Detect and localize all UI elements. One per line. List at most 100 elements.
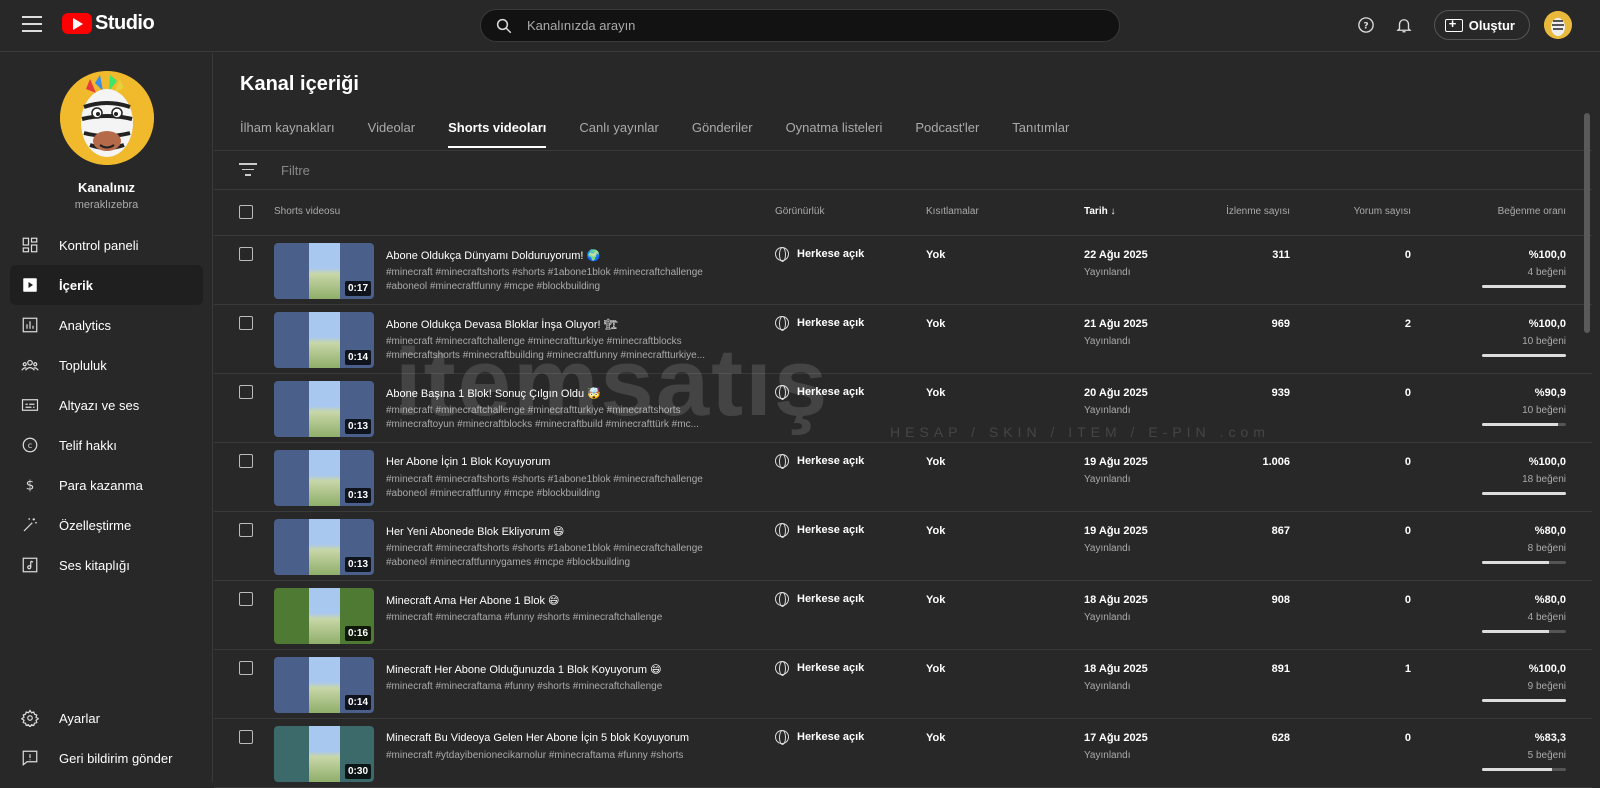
comments-value: 0 [1404, 525, 1411, 537]
column-visibility[interactable]: Görünürlük [775, 206, 824, 217]
video-thumbnail[interactable]: 0:30 [274, 726, 374, 782]
video-thumbnail[interactable]: 0:14 [274, 657, 374, 713]
video-title[interactable]: Minecraft Bu Videoya Gelen Her Abone İçi… [386, 732, 746, 744]
community-icon [20, 355, 40, 375]
tab-posts[interactable]: Gönderiler [692, 115, 753, 148]
row-checkbox[interactable] [239, 385, 253, 399]
visibility-cell[interactable]: Herkese açık [775, 592, 864, 607]
sidebar-item-community[interactable]: Topluluk [10, 345, 203, 385]
video-title[interactable]: Her Yeni Abonede Blok Ekliyorum 😄 [386, 525, 746, 538]
tab-shorts[interactable]: Shorts videoları [448, 115, 547, 148]
sidebar-item-audio-library[interactable]: Ses kitaplığı [10, 545, 203, 585]
help-icon[interactable]: ? [1354, 13, 1378, 37]
filter-bar [214, 150, 1592, 190]
sidebar-item-analytics[interactable]: Analytics [10, 305, 203, 345]
svg-text:c: c [28, 440, 33, 450]
column-date[interactable]: Tarih ↓ [1084, 206, 1116, 217]
views-value: 969 [1271, 318, 1290, 330]
table-row[interactable]: 0:16 Minecraft Ama Her Abone 1 Blok 😄 #m… [214, 581, 1592, 650]
menu-icon[interactable] [22, 16, 42, 34]
create-label: Oluştur [1468, 17, 1515, 33]
like-ratio-bar [1482, 768, 1566, 771]
video-thumbnail[interactable]: 0:13 [274, 450, 374, 506]
tab-playlists[interactable]: Oynatma listeleri [786, 115, 883, 148]
video-thumbnail[interactable]: 0:14 [274, 312, 374, 368]
tab-podcasts[interactable]: Podcast'ler [915, 115, 979, 148]
sidebar-item-feedback[interactable]: Geri bildirim gönder [10, 738, 203, 778]
column-restrictions[interactable]: Kısıtlamalar [926, 206, 979, 217]
tab-inspiration[interactable]: İlham kaynakları [240, 115, 335, 148]
comments-value: 0 [1404, 387, 1411, 399]
column-video[interactable]: Shorts videosu [274, 206, 340, 217]
sidebar-item-monetization[interactable]: $ Para kazanma [10, 465, 203, 505]
row-checkbox[interactable] [239, 247, 253, 261]
video-thumbnail[interactable]: 0:16 [274, 588, 374, 644]
sidebar-item-subtitles[interactable]: Altyazı ve ses [10, 385, 203, 425]
sidebar-item-settings[interactable]: Ayarlar [10, 698, 203, 738]
video-title[interactable]: Abone Başına 1 Blok! Sonuç Çılgın Oldu 🤯 [386, 387, 746, 400]
studio-logo[interactable]: Studio [62, 12, 155, 35]
video-title[interactable]: Minecraft Ama Her Abone 1 Blok 😄 [386, 594, 746, 607]
row-checkbox[interactable] [239, 730, 253, 744]
table-row[interactable]: 0:13 Abone Başına 1 Blok! Sonuç Çılgın O… [214, 374, 1592, 443]
sidebar-item-copyright[interactable]: c Telif hakkı [10, 425, 203, 465]
scrollbar[interactable] [1584, 113, 1590, 333]
table-row[interactable]: 0:13 Her Abone İçin 1 Blok Koyuyorum #mi… [214, 443, 1592, 512]
thumbnail-frame [309, 312, 340, 368]
channel-avatar[interactable] [60, 71, 154, 165]
visibility-cell[interactable]: Herkese açık [775, 454, 864, 469]
duration-badge: 0:30 [344, 764, 371, 779]
visibility-cell[interactable]: Herkese açık [775, 661, 864, 676]
search-box[interactable] [480, 9, 1120, 42]
video-thumbnail[interactable]: 0:17 [274, 243, 374, 299]
visibility-cell[interactable]: Herkese açık [775, 316, 864, 331]
row-checkbox[interactable] [239, 316, 253, 330]
table-row[interactable]: 0:13 Her Yeni Abonede Blok Ekliyorum 😄 #… [214, 512, 1592, 581]
comments-value: 0 [1404, 594, 1411, 606]
row-checkbox[interactable] [239, 523, 253, 537]
restrictions-value: Yok [926, 525, 946, 537]
row-checkbox[interactable] [239, 454, 253, 468]
like-ratio-bar [1482, 423, 1566, 426]
date-value: 17 Ağu 2025 [1084, 732, 1148, 744]
tab-live[interactable]: Canlı yayınlar [579, 115, 658, 148]
visibility-cell[interactable]: Herkese açık [775, 523, 864, 538]
visibility-cell[interactable]: Herkese açık [775, 385, 864, 400]
visibility-cell[interactable]: Herkese açık [775, 730, 864, 745]
search-input[interactable] [527, 18, 1087, 33]
column-comments[interactable]: Yorum sayısı [1314, 206, 1411, 217]
create-button[interactable]: Oluştur [1433, 10, 1530, 40]
column-views[interactable]: İzlenme sayısı [1184, 206, 1290, 217]
video-thumbnail[interactable]: 0:13 [274, 519, 374, 575]
video-title[interactable]: Minecraft Her Abone Olduğunuzda 1 Blok K… [386, 663, 746, 676]
filter-input[interactable] [281, 162, 681, 178]
sidebar-item-content[interactable]: İçerik [10, 265, 203, 305]
table-row[interactable]: 0:14 Minecraft Her Abone Olduğunuzda 1 B… [214, 650, 1592, 719]
restrictions-value: Yok [926, 663, 946, 675]
table-row[interactable]: 0:17 Abone Oldukça Dünyamı Dolduruyorum!… [214, 236, 1592, 305]
video-title[interactable]: Her Abone İçin 1 Blok Koyuyorum [386, 456, 746, 468]
likes-count: 8 beğeni [1527, 543, 1566, 554]
likes-count: 5 beğeni [1527, 750, 1566, 761]
row-checkbox[interactable] [239, 592, 253, 606]
sidebar-item-dashboard[interactable]: Kontrol paneli [10, 225, 203, 265]
row-checkbox[interactable] [239, 661, 253, 675]
column-likes[interactable]: Beğenme oranı [1434, 206, 1566, 217]
tab-promotions[interactable]: Tanıtımlar [1012, 115, 1069, 148]
table-row[interactable]: 0:14 Abone Oldukça Devasa Bloklar İnşa O… [214, 305, 1592, 374]
video-thumbnail[interactable]: 0:13 [274, 381, 374, 437]
like-ratio-value: %100,0 [1528, 318, 1566, 330]
video-title[interactable]: Abone Oldukça Devasa Bloklar İnşa Oluyor… [386, 318, 746, 331]
account-avatar[interactable] [1544, 11, 1572, 39]
visibility-cell[interactable]: Herkese açık [775, 247, 864, 262]
sidebar-item-customization[interactable]: Özelleştirme [10, 505, 203, 545]
table-row[interactable]: 0:30 Minecraft Bu Videoya Gelen Her Abon… [214, 719, 1592, 788]
copyright-icon: c [20, 435, 40, 455]
dashboard-icon [20, 235, 40, 255]
video-title[interactable]: Abone Oldukça Dünyamı Dolduruyorum! 🌍 [386, 249, 746, 262]
filter-icon[interactable] [239, 163, 257, 177]
tab-videos[interactable]: Videolar [368, 115, 415, 148]
like-ratio-bar [1482, 561, 1566, 564]
notifications-icon[interactable] [1392, 13, 1416, 37]
select-all-checkbox[interactable] [239, 205, 253, 219]
